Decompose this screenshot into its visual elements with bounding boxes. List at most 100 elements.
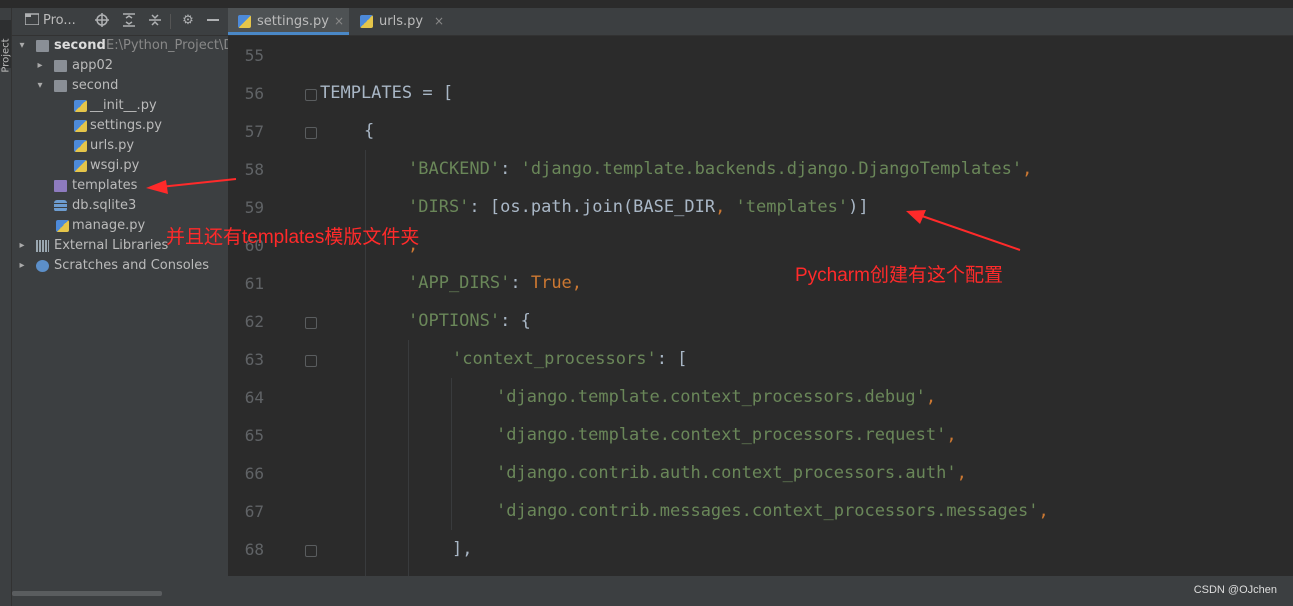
tree-item-root-second[interactable]: ▾ second E:\Python_Project\D — [12, 36, 233, 56]
code-token: )] — [848, 197, 869, 217]
code-token: 'OPTIONS' — [408, 311, 501, 331]
code-token: 'APP_DIRS' — [408, 273, 511, 293]
line-number: 67 — [244, 502, 264, 521]
crosshair-icon[interactable] — [94, 13, 110, 29]
tree-item-label: db.sqlite3 — [72, 198, 137, 213]
minimize-icon[interactable] — [205, 13, 221, 29]
line-number: 55 — [244, 46, 264, 65]
line-number: 63 — [244, 350, 264, 369]
fold-marker-icon[interactable] — [305, 89, 317, 101]
tree-item-app02[interactable]: ▸ app02 — [12, 56, 228, 76]
database-icon — [54, 200, 67, 212]
fold-marker-icon[interactable] — [305, 355, 317, 367]
code-token: : { — [500, 311, 531, 331]
code-token: 'templates' — [735, 197, 849, 217]
code-token: , — [1038, 501, 1049, 521]
tree-item-second[interactable]: ▾ second — [12, 76, 228, 96]
bottom-bar: CSDN @OJchen — [228, 576, 1293, 606]
code-token: 'django.template.context_processors.requ… — [496, 425, 947, 445]
line-number: 56 — [244, 84, 264, 103]
code-token: { — [364, 121, 375, 141]
code-line-67: 'django.contrib.messages.context_process… — [496, 501, 1049, 521]
code-token: 'BACKEND' — [408, 159, 501, 179]
line-number: 62 — [244, 312, 264, 331]
code-token: : [os.path.join(BASE_DIR — [469, 197, 716, 217]
fold-marker-icon[interactable] — [305, 545, 317, 557]
tree-item-label: settings.py — [90, 118, 162, 133]
code-token: 'django.template.context_processors.debu… — [496, 387, 926, 407]
tree-item-settings-py[interactable]: settings.py — [12, 116, 228, 136]
tool-window-stripe: Project — [0, 8, 12, 606]
chevron-down-icon[interactable]: ▾ — [34, 76, 46, 96]
tree-item-label: Scratches and Consoles — [54, 258, 210, 273]
header-divider — [170, 14, 171, 29]
line-number: 64 — [244, 388, 264, 407]
code-line-65: 'django.template.context_processors.requ… — [496, 425, 957, 445]
tree-item-urls-py[interactable]: urls.py — [12, 136, 228, 156]
python-file-icon — [360, 15, 373, 28]
close-icon[interactable]: × — [434, 8, 444, 35]
python-file-icon — [238, 15, 251, 28]
tree-item-label: External Libraries — [54, 238, 169, 253]
code-token: 'django.contrib.auth.context_processors.… — [496, 463, 957, 483]
python-file-icon — [74, 160, 87, 172]
close-icon[interactable]: × — [334, 8, 344, 35]
code-token: , — [571, 273, 583, 293]
tree-item-label: urls.py — [90, 138, 135, 153]
tree-item-label: manage.py — [72, 218, 146, 233]
annotation-templates-folder: 并且还有templates模版文件夹 — [166, 227, 420, 248]
project-stripe-button[interactable]: Project — [0, 20, 12, 73]
tree-item-label: wsgi.py — [90, 158, 140, 173]
chevron-right-icon[interactable]: ▸ — [34, 56, 46, 76]
code-token: , — [925, 387, 937, 407]
code-token: , — [956, 463, 967, 483]
tree-item-label: __init__.py — [90, 98, 157, 113]
library-icon — [36, 240, 49, 252]
code-token: 'django.contrib.messages.context_process… — [496, 501, 1039, 521]
line-number: 68 — [244, 540, 264, 559]
tab-urls-py[interactable]: urls.py × — [350, 8, 450, 35]
tree-item-label: templates — [72, 178, 138, 193]
tree-item-path: E:\Python_Project\D — [106, 38, 234, 53]
code-line-57: { — [364, 121, 374, 141]
project-stripe-label: Project — [0, 38, 12, 73]
fold-marker-icon[interactable] — [305, 127, 317, 139]
code-editor[interactable]: 55 56 57 58 59 60 61 62 63 64 65 66 67 6… — [228, 36, 1293, 576]
code-line-61: 'APP_DIRS': True, — [408, 273, 582, 293]
indent-guide — [408, 340, 409, 576]
project-folder-icon — [24, 13, 40, 29]
code-token: , — [946, 425, 957, 445]
code-line-56: TEMPLATES = [ — [320, 83, 453, 103]
horizontal-scrollbar[interactable] — [12, 591, 162, 596]
tree-item-db-sqlite3[interactable]: db.sqlite3 — [12, 196, 228, 216]
project-panel-header: Pro... ⚙ — [12, 8, 228, 36]
tree-item-init-py[interactable]: __init__.py — [12, 96, 228, 116]
tab-label: urls.py — [379, 14, 424, 29]
tree-item-templates[interactable]: templates — [12, 176, 228, 196]
tree-item-wsgi-py[interactable]: wsgi.py — [12, 156, 228, 176]
expand-all-icon[interactable] — [121, 13, 137, 29]
line-number: 61 — [244, 274, 264, 293]
project-panel-title[interactable]: Pro... — [43, 13, 76, 28]
editor-tab-bar: settings.py × urls.py × — [228, 8, 1293, 36]
code-token: : [ — [656, 349, 688, 369]
code-token: 'context_processors' — [452, 349, 657, 369]
fold-marker-icon[interactable] — [305, 317, 317, 329]
collapse-all-icon[interactable] — [147, 13, 163, 29]
chevron-right-icon[interactable]: ▸ — [16, 256, 28, 276]
code-token: ], — [452, 539, 473, 559]
code-token: 'django.template.backends.django.DjangoT… — [520, 159, 1023, 179]
python-file-icon — [74, 100, 87, 112]
tree-item-label: second — [54, 38, 106, 53]
gear-icon[interactable]: ⚙ — [180, 13, 196, 29]
python-file-icon — [74, 140, 87, 152]
tab-label: settings.py — [257, 14, 329, 29]
chevron-right-icon[interactable]: ▸ — [16, 236, 28, 256]
tab-settings-py[interactable]: settings.py × — [228, 8, 349, 35]
code-token: , — [715, 197, 736, 217]
chevron-down-icon[interactable]: ▾ — [16, 36, 28, 56]
tree-item-scratches[interactable]: ▸ Scratches and Consoles — [12, 256, 228, 276]
folder-icon — [54, 60, 67, 72]
code-line-63: 'context_processors': [ — [452, 349, 687, 369]
code-line-59: 'DIRS': [os.path.join(BASE_DIR, 'templat… — [408, 197, 869, 217]
